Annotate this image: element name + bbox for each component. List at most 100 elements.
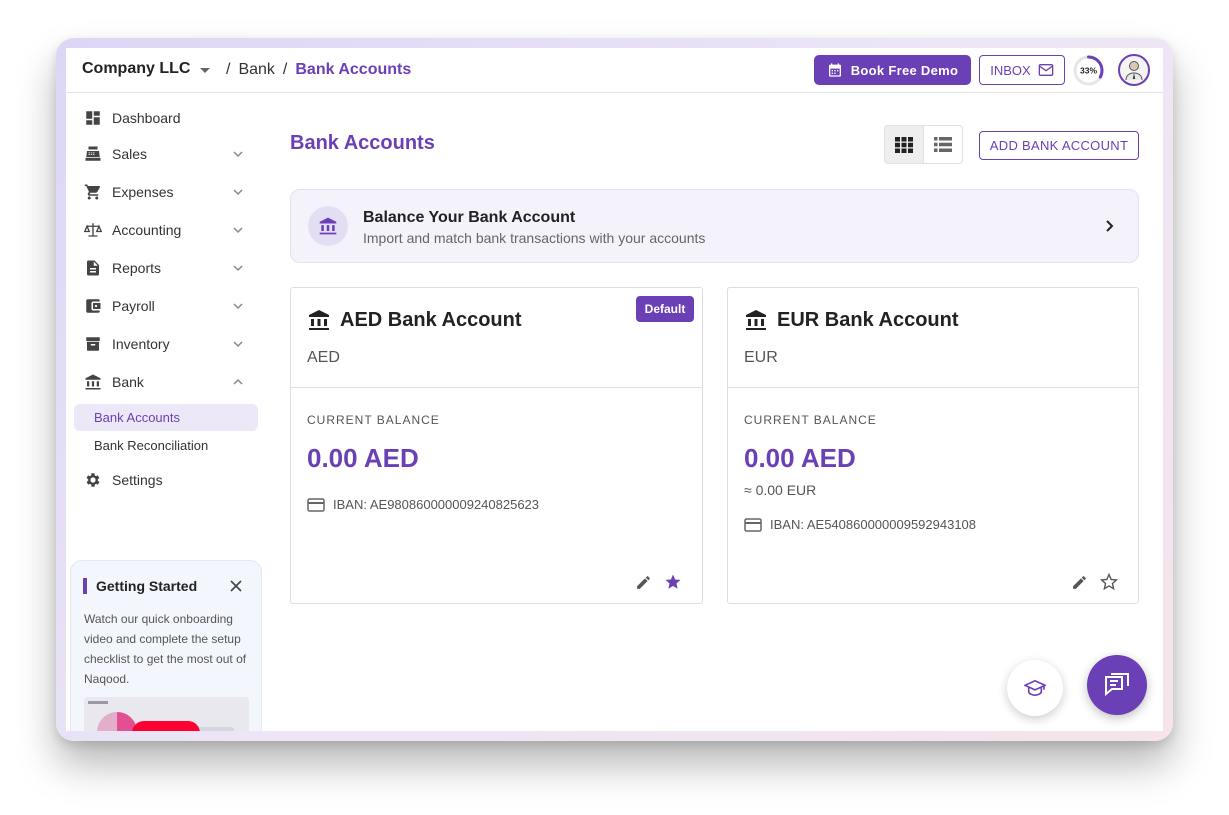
learning-center-button[interactable] (1007, 660, 1063, 716)
wallet-icon (86, 299, 101, 313)
sidebar-item-settings[interactable]: Settings (66, 464, 256, 496)
balance-label: CURRENT BALANCE (744, 413, 877, 427)
sidebar-item-label: Accounting (112, 222, 182, 238)
star-filled-icon[interactable] (664, 573, 682, 591)
chat-icon (1105, 673, 1129, 697)
chevron-down-icon (233, 341, 243, 348)
account-actions (634, 573, 682, 591)
account-name-text: AED Bank Account (340, 308, 522, 331)
sidebar-item-bank[interactable]: Bank (66, 366, 256, 398)
youtube-play-icon[interactable] (132, 721, 200, 731)
sidebar-item-label: Reports (112, 260, 162, 276)
chevron-down-icon (233, 303, 243, 310)
bank-account-card[interactable]: AED Bank Account AED Default CURRENT BAL… (290, 287, 703, 604)
bank-icon (746, 310, 766, 330)
sidebar-item-inventory[interactable]: Inventory (66, 328, 256, 360)
getting-started-title: Getting Started (83, 578, 197, 594)
getting-started-card: Getting Started Watch our quick onboardi… (70, 560, 262, 731)
default-badge: Default (636, 296, 694, 322)
account-name: EUR Bank Account (744, 308, 959, 332)
breadcrumb-separator: / (282, 61, 288, 78)
balance-banner[interactable]: Balance Your Bank Account Import and mat… (290, 189, 1139, 263)
page-title: Bank Accounts (290, 132, 435, 154)
calendar-icon (828, 63, 841, 77)
book-demo-button[interactable]: Book Free Demo (814, 55, 971, 85)
sidebar-item-label: Payroll (112, 298, 155, 314)
chevron-down-icon (233, 227, 243, 234)
iban-text: IBAN: AE540860000009592943108 (770, 517, 977, 532)
add-bank-account-button[interactable]: ADD BANK ACCOUNT (979, 131, 1139, 160)
chevron-right-icon (1106, 220, 1114, 232)
list-view-button[interactable] (924, 126, 963, 163)
setup-progress-ring[interactable]: 33% (1072, 54, 1105, 87)
account-currency: AED (307, 349, 340, 366)
sidebar-item-payroll[interactable]: Payroll (66, 290, 256, 322)
balance-value: 0.00 AED (744, 443, 856, 473)
bank-account-card[interactable]: EUR Bank Account EUR CURRENT BALANCE 0.0… (727, 287, 1139, 604)
balance-value: 0.00 AED (307, 443, 419, 473)
archive-icon (86, 337, 100, 351)
book-demo-label: Book Free Demo (850, 62, 959, 78)
bank-icon (309, 310, 329, 330)
sidebar-item-label: Bank (112, 374, 144, 390)
credit-card-icon (744, 517, 762, 532)
chevron-down-icon (233, 151, 243, 158)
breadcrumb-current: Bank Accounts (295, 61, 412, 78)
sidebar-item-label: Sales (112, 146, 148, 162)
company-name: Company LLC (82, 60, 191, 77)
sidebar-subitem-bank-reconciliation[interactable]: Bank Reconciliation (74, 432, 258, 459)
cart-icon (84, 184, 101, 200)
sidebar-subitem-label: Bank Accounts (94, 410, 180, 425)
sidebar-subitem-label: Bank Reconciliation (94, 438, 209, 453)
inbox-button[interactable]: INBOX (979, 55, 1065, 85)
register-icon (85, 146, 101, 161)
banner-icon-wrap (308, 206, 348, 246)
breadcrumb-bank[interactable]: Bank (238, 61, 274, 79)
sidebar-item-accounting[interactable]: Accounting (66, 214, 256, 246)
banner-title: Balance Your Bank Account (363, 209, 576, 226)
list-icon (933, 137, 952, 152)
inbox-label: INBOX (990, 62, 1031, 78)
sidebar-subitem-bank-accounts[interactable]: Bank Accounts (74, 404, 258, 431)
balance-label: CURRENT BALANCE (307, 413, 440, 427)
iban-text: IBAN: AE980860000009240825623 (333, 497, 540, 512)
graduation-cap-icon (1024, 679, 1046, 697)
caret-down-icon (200, 67, 211, 73)
banner-subtitle: Import and match bank transactions with … (363, 230, 706, 246)
mail-icon (1038, 64, 1054, 76)
user-avatar[interactable] (1118, 54, 1150, 86)
account-name-text: EUR Bank Account (777, 308, 959, 331)
view-toggle (884, 125, 963, 164)
grid-icon (894, 136, 913, 153)
sidebar-item-reports[interactable]: Reports (66, 252, 256, 284)
sidebar-item-label: Dashboard (112, 110, 181, 126)
bank-icon (319, 217, 337, 235)
sidebar-item-dashboard[interactable]: Dashboard (66, 102, 256, 134)
account-iban: IBAN: AE980860000009240825623 (307, 497, 539, 512)
sidebar-item-label: Expenses (112, 184, 174, 200)
star-outline-icon[interactable] (1100, 573, 1118, 591)
breadcrumb: / Bank / Bank Accounts (226, 61, 411, 79)
account-name: AED Bank Account (307, 308, 522, 332)
sidebar-item-sales[interactable]: Sales (66, 138, 256, 170)
chevron-up-icon (233, 378, 243, 385)
bank-icon (85, 374, 101, 390)
grid-view-button[interactable] (885, 126, 924, 163)
breadcrumb-separator: / (226, 61, 231, 78)
credit-card-icon (307, 497, 325, 512)
edit-icon[interactable] (1070, 573, 1088, 591)
top-bar: Company LLC / Bank / Bank Accounts Book … (66, 48, 1163, 93)
user-avatar-icon (1125, 61, 1143, 81)
sidebar: Dashboard Sales Expenses Accounting Repo… (66, 94, 271, 731)
onboarding-video-thumbnail[interactable] (84, 697, 249, 731)
chevron-down-icon (233, 265, 243, 272)
edit-icon[interactable] (634, 573, 652, 591)
account-card-header: EUR Bank Account EUR (728, 288, 1138, 388)
account-iban: IBAN: AE540860000009592943108 (744, 517, 976, 532)
close-icon[interactable] (229, 579, 243, 593)
converted-balance: ≈ 0.00 EUR (744, 482, 817, 498)
chat-support-button[interactable] (1087, 655, 1147, 715)
sidebar-item-expenses[interactable]: Expenses (66, 176, 256, 208)
company-switcher[interactable]: Company LLC (82, 60, 211, 78)
app-window: Company LLC / Bank / Bank Accounts Book … (66, 48, 1163, 731)
